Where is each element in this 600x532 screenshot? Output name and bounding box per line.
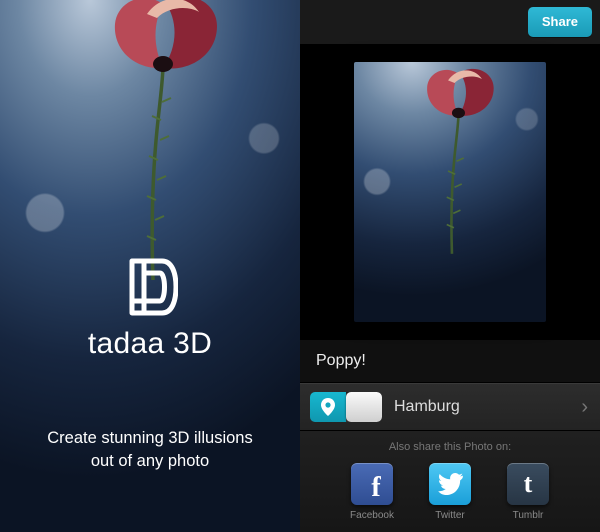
promo-tagline: Create stunning 3D illusions out of any … [0, 427, 300, 472]
location-toggle-knob[interactable] [346, 392, 382, 422]
flower-illustration [35, 0, 265, 280]
chevron-right-icon: › [581, 396, 588, 419]
location-row[interactable]: Hamburg › [300, 383, 600, 431]
share-tumblr[interactable]: t Tumblr [500, 463, 556, 521]
detail-panel: Share Poppy! [300, 0, 600, 532]
location-toggle[interactable] [310, 392, 382, 422]
tumblr-icon: t [524, 469, 533, 499]
social-label: Facebook [344, 510, 400, 521]
photo-title: Poppy! [300, 340, 600, 383]
header-bar: Share [300, 0, 600, 44]
location-pin-icon [321, 398, 335, 416]
photo-preview [300, 44, 600, 340]
app-logo-icon [122, 255, 178, 319]
flower-illustration-small [375, 62, 525, 256]
social-label: Twitter [422, 510, 478, 521]
facebook-icon: f [371, 472, 380, 504]
promo-panel: tadaa 3D Create stunning 3D illusions ou… [0, 0, 300, 532]
social-label: Tumblr [500, 510, 556, 521]
also-share-section: Also share this Photo on: f Facebook Twi… [300, 431, 600, 532]
also-share-label: Also share this Photo on: [300, 441, 600, 453]
share-facebook[interactable]: f Facebook [344, 463, 400, 521]
app-name: tadaa 3D [0, 327, 300, 361]
twitter-icon [437, 473, 463, 495]
location-name: Hamburg [394, 398, 581, 416]
share-twitter[interactable]: Twitter [422, 463, 478, 521]
photo-thumbnail[interactable] [354, 62, 546, 322]
share-button[interactable]: Share [528, 7, 592, 37]
